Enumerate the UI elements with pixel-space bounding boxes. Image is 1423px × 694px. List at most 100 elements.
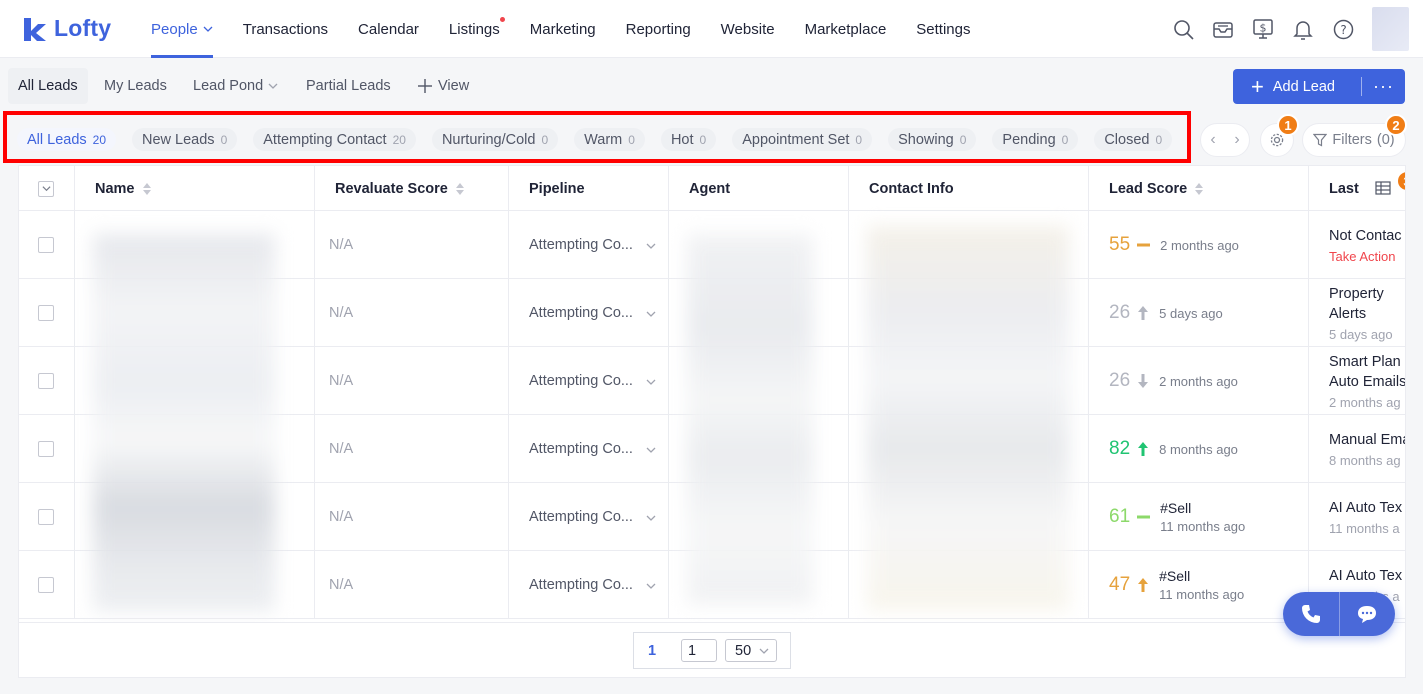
last-activity-cell: Property Alerts 5 days ago xyxy=(1309,279,1405,347)
last-activity-time: 8 months ag xyxy=(1329,453,1401,468)
lofty-logo[interactable]: Lofty xyxy=(22,15,111,42)
app-name: Lofty xyxy=(54,15,112,41)
page-jump-input[interactable] xyxy=(681,639,717,662)
header-name[interactable]: Name xyxy=(75,166,315,211)
header-label: Contact Info xyxy=(869,180,954,197)
stage-chip-appointment-set[interactable]: Appointment Set 0 xyxy=(732,128,873,151)
chevron-down-icon xyxy=(203,26,213,32)
chevron-right-icon[interactable]: › xyxy=(1234,131,1239,149)
header-lead-score[interactable]: Lead Score xyxy=(1089,166,1309,211)
select-all-checkbox[interactable] xyxy=(38,180,54,197)
tab-all-leads[interactable]: All Leads xyxy=(8,68,88,104)
last-activity-cell: Manual Ema 8 months ag xyxy=(1309,415,1405,483)
nav-item-label: Listings xyxy=(448,20,500,38)
lead-score-value: 82 xyxy=(1109,438,1131,459)
stage-label: Hot xyxy=(670,131,694,148)
sort-icon[interactable] xyxy=(455,182,464,195)
stage-count: 0 xyxy=(1155,132,1163,147)
stage-chip-pending[interactable]: Pending 0 xyxy=(992,128,1079,151)
phone-button[interactable] xyxy=(1283,592,1339,636)
add-view-button[interactable]: View xyxy=(408,68,479,104)
tab-partial-leads[interactable]: Partial Leads xyxy=(296,68,401,104)
last-activity-cell: AI Auto Tex 11 months a xyxy=(1309,483,1405,551)
header-revaluate-score[interactable]: Revaluate Score xyxy=(315,166,509,211)
nav-item-website[interactable]: Website xyxy=(706,0,790,58)
last-activity-cell: Not Contac Take Action xyxy=(1309,211,1405,279)
stage-chip-showing[interactable]: Showing 0 xyxy=(888,128,977,151)
nav-item-label: People xyxy=(151,20,198,38)
lead-tag: #Sell xyxy=(1160,500,1192,516)
row-checkbox[interactable] xyxy=(38,509,54,525)
nav-item-settings[interactable]: Settings xyxy=(901,0,985,58)
current-page[interactable]: 1 xyxy=(634,643,670,659)
select-cell xyxy=(19,551,75,619)
stage-chip-attempting-contact[interactable]: Attempting Contact 20 xyxy=(253,128,416,151)
tab-lead-pond[interactable]: Lead Pond xyxy=(183,68,288,104)
lead-score-value: 26 xyxy=(1109,302,1131,323)
take-action-link[interactable]: Take Action xyxy=(1329,249,1396,264)
chevron-down-icon xyxy=(646,583,656,589)
stage-label: Warm xyxy=(584,131,623,148)
select-cell xyxy=(19,483,75,551)
top-icons: $ ? xyxy=(1172,7,1409,51)
more-options-button[interactable]: ··· xyxy=(1362,69,1405,104)
nav-item-calendar[interactable]: Calendar xyxy=(343,0,434,58)
last-activity: Not Contac xyxy=(1329,228,1402,244)
tab-label: All Leads xyxy=(18,78,78,94)
pipeline-select[interactable]: Attempting Co... xyxy=(509,483,669,551)
blurred-contact-info xyxy=(867,226,1069,610)
stage-label: Attempting Contact xyxy=(263,131,387,148)
revaluate-score-cell: N/A xyxy=(315,279,509,347)
avatar[interactable] xyxy=(1372,7,1409,51)
row-checkbox[interactable] xyxy=(38,237,54,253)
chevron-left-icon[interactable]: ‹ xyxy=(1210,131,1215,149)
header-label: Agent xyxy=(689,180,731,197)
tab-my-leads[interactable]: My Leads xyxy=(94,68,177,104)
tab-label: My Leads xyxy=(104,78,167,94)
inbox-icon[interactable] xyxy=(1212,18,1234,40)
pipeline-select[interactable]: Attempting Co... xyxy=(509,279,669,347)
header-pipeline: Pipeline xyxy=(509,166,669,211)
nav-item-transactions[interactable]: Transactions xyxy=(228,0,343,58)
row-checkbox[interactable] xyxy=(38,441,54,457)
nav-item-reporting[interactable]: Reporting xyxy=(611,0,706,58)
row-checkbox[interactable] xyxy=(38,373,54,389)
nav-item-listings[interactable]: Listings xyxy=(434,0,515,58)
sort-icon[interactable] xyxy=(142,182,151,195)
pipeline-select[interactable]: Attempting Co... xyxy=(509,551,669,619)
row-checkbox[interactable] xyxy=(38,577,54,593)
filter-icon xyxy=(1313,133,1328,147)
phone-icon xyxy=(1301,605,1320,623)
bell-icon[interactable] xyxy=(1292,18,1314,40)
lead-score-value: 55 xyxy=(1109,234,1131,255)
chat-button[interactable] xyxy=(1339,592,1395,636)
stage-label: Appointment Set xyxy=(742,131,850,148)
chevron-down-icon xyxy=(759,648,769,654)
search-icon[interactable] xyxy=(1172,18,1194,40)
nav-item-marketplace[interactable]: Marketplace xyxy=(790,0,902,58)
sort-icon[interactable] xyxy=(1195,182,1204,195)
pipeline-select[interactable]: Attempting Co... xyxy=(509,211,669,279)
pipeline-select[interactable]: Attempting Co... xyxy=(509,415,669,483)
stage-chip-warm[interactable]: Warm 0 xyxy=(574,128,645,151)
stage-chip-all-leads[interactable]: All Leads 20 xyxy=(17,128,117,151)
nav-item-marketing[interactable]: Marketing xyxy=(515,0,611,58)
add-lead-button[interactable]: + Add Lead xyxy=(1233,69,1361,104)
column-settings-icon[interactable] xyxy=(1375,180,1391,201)
nav-item-people[interactable]: People xyxy=(136,0,228,58)
pipeline-value: Attempting Co... xyxy=(529,373,633,389)
stage-chip-closed[interactable]: Closed 0 xyxy=(1094,128,1173,151)
last-activity-cell: Smart Plan Auto Emails 2 months ag xyxy=(1309,347,1405,415)
stage-chip-new-leads[interactable]: New Leads 0 xyxy=(132,128,238,151)
help-icon[interactable]: ? xyxy=(1332,18,1354,40)
stage-chip-hot[interactable]: Hot 0 xyxy=(660,128,717,151)
page-size-select[interactable]: 50 xyxy=(725,639,777,662)
pipeline-select[interactable]: Attempting Co... xyxy=(509,347,669,415)
select-all-cell xyxy=(19,166,75,211)
dollar-screen-icon[interactable]: $ xyxy=(1252,18,1274,40)
header-label: Name xyxy=(95,180,135,197)
stage-chip-nurturing-cold[interactable]: Nurturing/Cold 0 xyxy=(431,128,559,151)
chevron-down-icon xyxy=(646,379,656,385)
row-checkbox[interactable] xyxy=(38,305,54,321)
lead-score-cell: 26 5 days ago xyxy=(1089,279,1309,347)
